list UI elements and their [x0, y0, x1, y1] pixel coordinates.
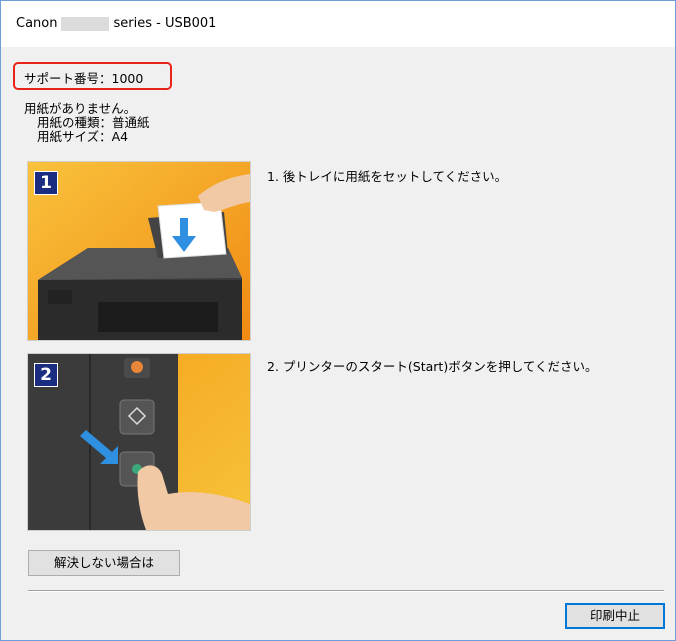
support-code-highlight: サポート番号：1000 [13, 62, 172, 90]
divider [28, 590, 664, 592]
step1-badge: 1 [34, 171, 58, 195]
step2-badge: 2 [34, 363, 58, 387]
step1-illustration: 1 [27, 161, 251, 341]
title-bar: Canon series - USB001 [1, 1, 675, 47]
title-prefix: Canon [16, 16, 58, 31]
window-title: Canon series - USB001 [16, 16, 216, 31]
cancel-printing-button[interactable]: 印刷中止 [565, 603, 665, 629]
support-code-label: サポート番号：1000 [24, 71, 144, 86]
paper-size-label: 用紙サイズ：A4 [37, 129, 129, 144]
troubleshoot-button[interactable]: 解決しない場合は [28, 550, 180, 576]
load-paper-illustration [28, 162, 250, 340]
step1-instruction: 1. 後トレイに用紙をセットしてください。 [267, 169, 508, 184]
title-suffix: series - USB001 [113, 16, 217, 31]
redacted-model-name [61, 16, 110, 31]
step2-instruction: 2. プリンターのスタート(Start)ボタンを押してください。 [267, 359, 598, 374]
press-start-illustration [28, 354, 250, 530]
step2-illustration: 2 [27, 353, 251, 531]
printer-status-window: Canon series - USB001 サポート番号：1000 用紙がありませ… [0, 0, 676, 641]
